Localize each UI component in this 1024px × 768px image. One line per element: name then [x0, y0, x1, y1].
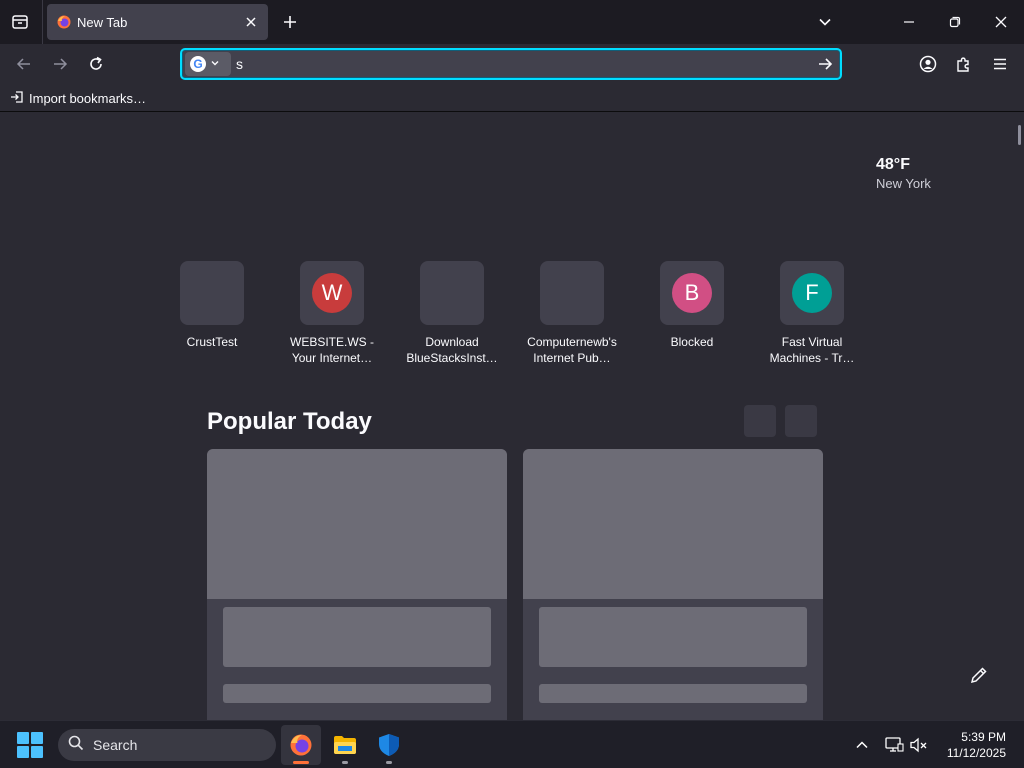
top-site-computernewb[interactable]: Computernewb's Internet Pub… [512, 261, 632, 366]
pencil-icon[interactable] [963, 659, 995, 691]
arrow-right-icon[interactable] [814, 53, 836, 75]
top-site-letter-icon: F [792, 273, 832, 313]
previous-page-button[interactable] [744, 405, 776, 437]
search-icon [68, 735, 84, 756]
top-site-label: Blocked [670, 335, 714, 349]
arrow-right-icon[interactable] [48, 52, 72, 76]
system-clock[interactable]: 5:39 PM 11/12/2025 [947, 729, 1006, 761]
weather-widget[interactable]: 48°F New York [876, 156, 931, 191]
chevron-down-icon[interactable] [813, 10, 837, 34]
tab-strip: New Tab [0, 0, 1024, 44]
puzzle-icon[interactable] [952, 52, 976, 76]
firefox-icon[interactable] [281, 725, 321, 765]
close-icon[interactable] [978, 0, 1024, 44]
top-site-website-ws[interactable]: W WEBSITE.WS - Your Internet… [272, 261, 392, 366]
scrollbar[interactable] [1018, 125, 1021, 145]
story-card-body [207, 599, 507, 720]
top-site-crusttest[interactable]: CrustTest [152, 261, 272, 350]
app-open-indicator [386, 761, 392, 764]
story-card-image-placeholder [207, 449, 507, 599]
weather-city: New York [876, 176, 931, 191]
next-page-button[interactable] [785, 405, 817, 437]
story-card[interactable] [207, 449, 507, 720]
hamburger-menu-icon[interactable] [988, 52, 1012, 76]
import-icon [10, 90, 24, 107]
import-bookmarks-label: Import bookmarks… [29, 90, 147, 106]
story-card-source-placeholder [539, 684, 807, 703]
story-card-title-placeholder [539, 607, 807, 667]
address-bar[interactable]: G [180, 48, 842, 80]
clock-time: 5:39 PM [961, 730, 1006, 744]
active-app-indicator [293, 761, 309, 764]
tab-new-tab[interactable]: New Tab [47, 4, 268, 40]
story-card-title-placeholder [223, 607, 491, 667]
windows-security-icon[interactable] [369, 725, 409, 765]
firefox-icon [57, 15, 71, 29]
top-site-letter-icon: B [672, 273, 712, 313]
volume-muted-icon[interactable] [907, 733, 931, 757]
network-icon[interactable] [882, 733, 906, 757]
story-card[interactable] [523, 449, 823, 720]
story-card-image-placeholder [523, 449, 823, 599]
windows-start-icon[interactable] [16, 731, 44, 759]
search-engine-button[interactable]: G [185, 52, 231, 76]
close-tab-icon[interactable] [242, 13, 260, 31]
reload-icon[interactable] [84, 52, 108, 76]
top-site-label: CrustTest [186, 335, 238, 349]
app-open-indicator [342, 761, 348, 764]
top-site-tile [540, 261, 604, 325]
story-card-source-placeholder [223, 684, 491, 703]
top-site-letter-icon: W [312, 273, 352, 313]
top-site-label: WEBSITE.WS - Your Internet… [290, 335, 374, 365]
tab-separator [42, 0, 43, 44]
top-site-tile: B [660, 261, 724, 325]
taskbar-search[interactable]: Search [58, 729, 276, 761]
plus-icon[interactable] [278, 10, 302, 34]
taskbar-search-label: Search [93, 737, 138, 753]
url-input[interactable] [236, 53, 806, 75]
account-icon[interactable] [916, 52, 940, 76]
restore-icon[interactable] [932, 0, 978, 44]
top-site-bluestacks[interactable]: Download BlueStacksInst… [392, 261, 512, 366]
top-site-tile: W [300, 261, 364, 325]
google-icon: G [190, 56, 206, 72]
story-card-body [523, 599, 823, 720]
top-site-blocked[interactable]: B Blocked [632, 261, 752, 350]
new-tab-page: 48°F New York CrustTest W WEBSITE.WS - Yo… [0, 113, 1024, 720]
file-explorer-icon[interactable] [325, 725, 365, 765]
popular-today-heading: Popular Today [207, 408, 372, 435]
navigation-toolbar: G [0, 44, 1024, 84]
tab-title: New Tab [77, 15, 128, 30]
arrow-left-icon[interactable] [12, 52, 36, 76]
top-site-label: Download BlueStacksInst… [406, 335, 498, 365]
clock-date: 11/12/2025 [946, 746, 1006, 760]
chevron-down-icon [210, 55, 220, 73]
top-site-tile: F [780, 261, 844, 325]
tab-list-icon[interactable] [8, 10, 32, 34]
top-site-fast-virtual-machines[interactable]: F Fast Virtual Machines - Tr… [752, 261, 872, 366]
top-site-label: Fast Virtual Machines - Tr… [769, 335, 855, 365]
taskbar: Search 5:39 PM 11/12/2025 [0, 720, 1024, 768]
minimize-icon[interactable] [886, 0, 932, 44]
import-bookmarks-button[interactable]: Import bookmarks… [10, 89, 146, 107]
top-site-label: Computernewb's Internet Pub… [527, 335, 617, 365]
chevron-up-icon[interactable] [850, 733, 874, 757]
bookmarks-toolbar: Import bookmarks… [0, 84, 1024, 112]
top-site-tile [420, 261, 484, 325]
top-site-tile [180, 261, 244, 325]
weather-temperature: 48°F [876, 156, 910, 173]
